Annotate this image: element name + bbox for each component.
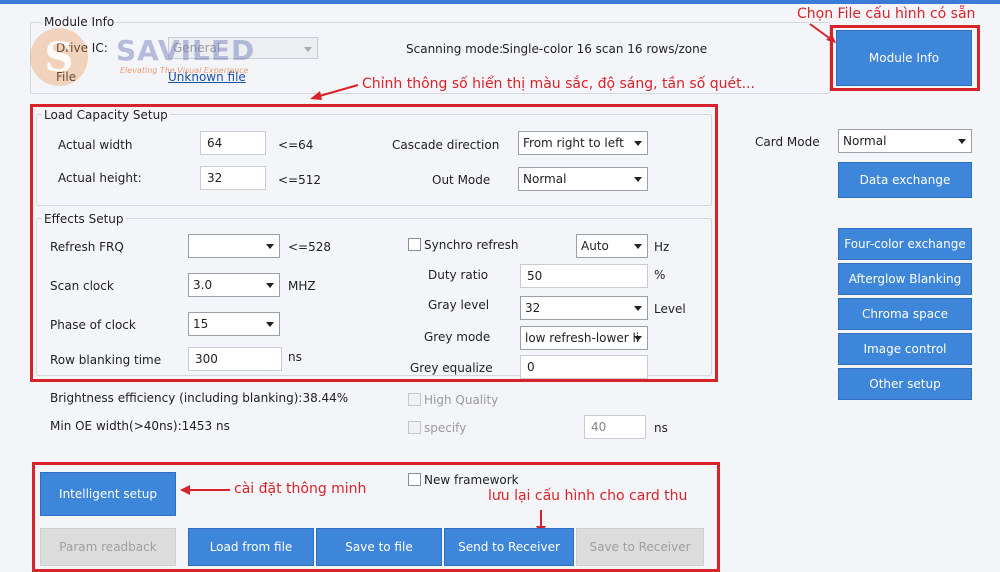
param-readback-button[interactable]: Param readback: [40, 528, 176, 566]
annotation-box-params: [30, 104, 718, 382]
arrow-choose-file-icon: [809, 23, 836, 43]
specify-unit: ns: [654, 421, 668, 435]
save-to-receiver-button[interactable]: Save to Receiver: [576, 528, 704, 566]
min-oe-width-text: Min OE width(>40ns):1453 ns: [50, 419, 230, 433]
send-to-receiver-button[interactable]: Send to Receiver: [444, 528, 574, 566]
saviled-logo-text: SAVILED: [116, 34, 256, 67]
specify-checkbox[interactable]: [408, 421, 421, 434]
card-mode-label: Card Mode: [755, 135, 820, 149]
chevron-down-icon: [958, 139, 966, 144]
arrow-adjust-params-icon: [310, 84, 359, 100]
chevron-down-icon: [304, 47, 312, 52]
new-framework-label: New framework: [424, 473, 519, 487]
specify-label: specify: [424, 421, 467, 435]
annotation-save-config: lưu lại cấu hình cho card thu: [488, 488, 688, 504]
module-info-title: Module Info: [42, 15, 117, 29]
scanning-mode-value: Single-color 16 scan 16 rows/zone: [502, 42, 708, 56]
card-mode-dropdown[interactable]: Normal: [838, 129, 972, 153]
other-setup-button[interactable]: Other setup: [838, 368, 972, 400]
specify-input[interactable]: 40: [584, 415, 646, 439]
card-mode-value: Normal: [843, 134, 887, 148]
save-to-file-button[interactable]: Save to file: [316, 528, 442, 566]
window-top-bar: [0, 0, 1000, 4]
annotation-box-module-info: [830, 25, 980, 91]
annotation-smart-setup: cài đặt thông minh: [234, 481, 367, 497]
high-quality-checkbox[interactable]: [408, 393, 421, 406]
intelligent-setup-button[interactable]: Intelligent setup: [40, 472, 176, 516]
load-from-file-button[interactable]: Load from file: [188, 528, 314, 566]
annotation-choose-file: Chọn File cấu hình có sẵn: [797, 6, 976, 22]
chroma-space-button[interactable]: Chroma space: [838, 298, 972, 330]
data-exchange-button[interactable]: Data exchange: [838, 162, 972, 198]
four-color-exchange-button[interactable]: Four-color exchange: [838, 228, 972, 260]
afterglow-blanking-button[interactable]: Afterglow Blanking: [838, 263, 972, 295]
saviled-logo-mark: S: [30, 28, 88, 86]
high-quality-label: High Quality: [424, 393, 499, 407]
new-framework-checkbox[interactable]: [408, 473, 421, 486]
saviled-logo-tagline: Elevating The Visual Experience: [120, 66, 249, 75]
image-control-button[interactable]: Image control: [838, 333, 972, 365]
scanning-mode-label: Scanning mode:: [406, 42, 504, 56]
annotation-adjust-params: Chỉnh thông số hiển thị màu sắc, độ sáng…: [362, 76, 755, 92]
arrow-smart-setup-icon: [180, 485, 230, 495]
brightness-efficiency-text: Brightness efficiency (including blankin…: [50, 391, 349, 405]
